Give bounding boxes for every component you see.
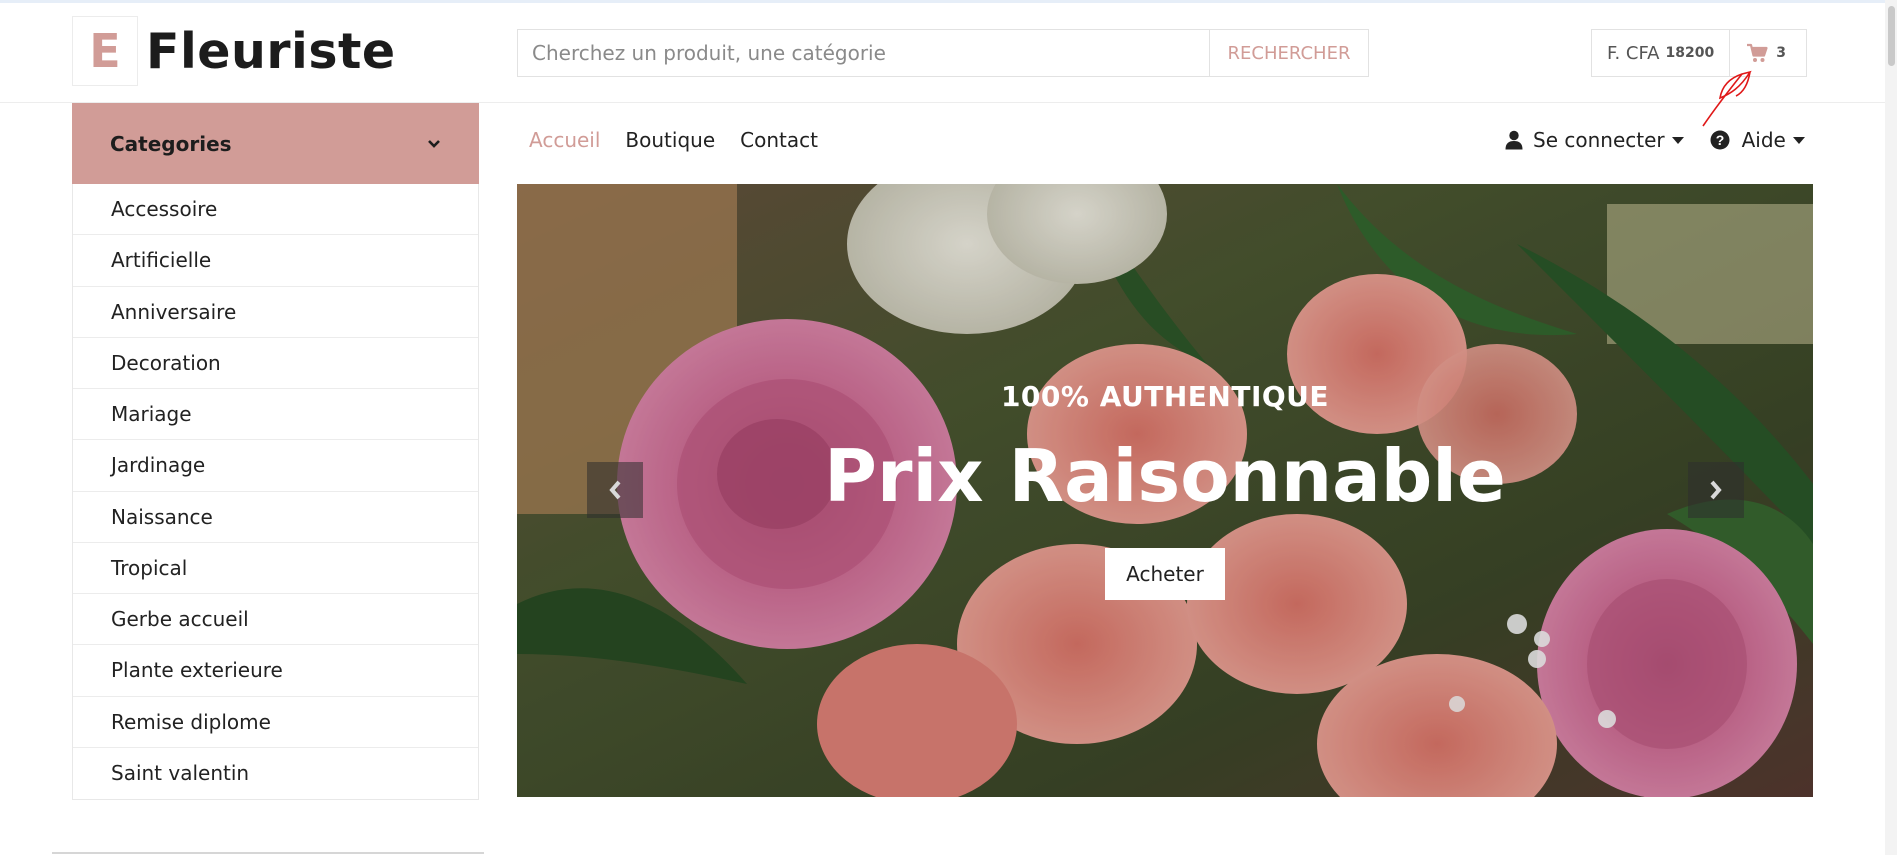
- hero-carousel: 100% AUTHENTIQUE Prix Raisonnable Achete…: [517, 184, 1813, 797]
- svg-text:?: ?: [1715, 132, 1724, 148]
- main-nav: Accueil Boutique Contact: [529, 128, 818, 152]
- nav-link-boutique[interactable]: Boutique: [625, 128, 715, 152]
- category-label: Gerbe accueil: [111, 607, 249, 632]
- site-logo[interactable]: E Fleuriste: [72, 16, 396, 86]
- search-button-label: RECHERCHER: [1227, 42, 1351, 64]
- login-dropdown[interactable]: Se connecter: [1505, 128, 1684, 152]
- chevron-left-icon: [607, 479, 623, 501]
- category-item[interactable]: Decoration: [73, 338, 478, 389]
- categories-title: Categories: [110, 131, 232, 156]
- user-icon: [1505, 130, 1523, 150]
- category-label: Anniversaire: [111, 299, 237, 324]
- currency-label: F. CFA: [1607, 42, 1660, 64]
- category-item[interactable]: Accessoire: [73, 184, 478, 236]
- category-item[interactable]: Remise diplome: [73, 697, 478, 748]
- hero-title: Prix Raisonnable: [824, 434, 1506, 518]
- question-circle-icon: ?: [1710, 130, 1730, 150]
- nav-link-accueil[interactable]: Accueil: [529, 128, 600, 152]
- scrollbar[interactable]: [1885, 0, 1897, 855]
- category-label: Decoration: [111, 350, 221, 375]
- category-label: Artificielle: [111, 248, 212, 273]
- shop-now-button[interactable]: Acheter: [1105, 548, 1225, 600]
- category-item[interactable]: Jardinage: [73, 440, 478, 492]
- search-bar: RECHERCHER: [517, 29, 1369, 77]
- chevron-right-icon: [1708, 479, 1724, 501]
- category-label: Tropical: [111, 555, 188, 580]
- login-label: Se connecter: [1533, 128, 1665, 152]
- logo-letter: E: [89, 24, 121, 78]
- caret-down-icon: [1671, 136, 1684, 144]
- nav-link-contact[interactable]: Contact: [740, 128, 818, 152]
- chevron-down-icon: [427, 134, 441, 153]
- category-item[interactable]: Artificielle: [73, 235, 478, 287]
- scrollbar-thumb[interactable]: [1888, 6, 1895, 66]
- category-item[interactable]: Saint valentin: [73, 748, 478, 799]
- search-input[interactable]: [518, 30, 1209, 76]
- category-label: Saint valentin: [111, 761, 250, 786]
- balance-amount: 18200: [1665, 45, 1715, 61]
- logo-letter-box: E: [72, 16, 138, 86]
- category-label: Accessoire: [111, 197, 218, 222]
- carousel-prev-button[interactable]: [587, 462, 643, 518]
- categories-toggle[interactable]: Categories: [72, 103, 479, 184]
- category-item[interactable]: Tropical: [73, 543, 478, 594]
- hero-kicker: 100% AUTHENTIQUE: [1000, 380, 1330, 413]
- category-label: Mariage: [111, 402, 192, 427]
- help-dropdown[interactable]: ? Aide: [1710, 128, 1805, 152]
- caret-down-icon: [1792, 136, 1805, 144]
- category-item[interactable]: Plante exterieure: [73, 645, 478, 697]
- cart-count: 3: [1776, 45, 1786, 61]
- top-accent-line: [0, 0, 1897, 3]
- cart-icon: [1746, 43, 1768, 63]
- shop-now-label: Acheter: [1126, 562, 1204, 586]
- category-item[interactable]: Naissance: [73, 492, 478, 543]
- help-label: Aide: [1741, 128, 1786, 152]
- category-list: Accessoire Artificielle Anniversaire Dec…: [72, 184, 479, 800]
- category-label: Plante exterieure: [111, 658, 283, 683]
- annotation-arrow-icon: [1702, 70, 1752, 127]
- category-label: Naissance: [111, 504, 213, 529]
- header-wallet: F. CFA 18200 3: [1591, 29, 1807, 77]
- category-label: Remise diplome: [111, 709, 271, 734]
- carousel-next-button[interactable]: [1688, 462, 1744, 518]
- search-button[interactable]: RECHERCHER: [1209, 30, 1368, 76]
- category-label: Jardinage: [111, 453, 206, 478]
- category-item[interactable]: Mariage: [73, 389, 478, 441]
- site-name: Fleuriste: [146, 22, 396, 80]
- category-item[interactable]: Anniversaire: [73, 287, 478, 338]
- account-nav: Se connecter ? Aide: [1505, 128, 1805, 152]
- category-item[interactable]: Gerbe accueil: [73, 594, 478, 646]
- bottom-divider: [52, 852, 484, 854]
